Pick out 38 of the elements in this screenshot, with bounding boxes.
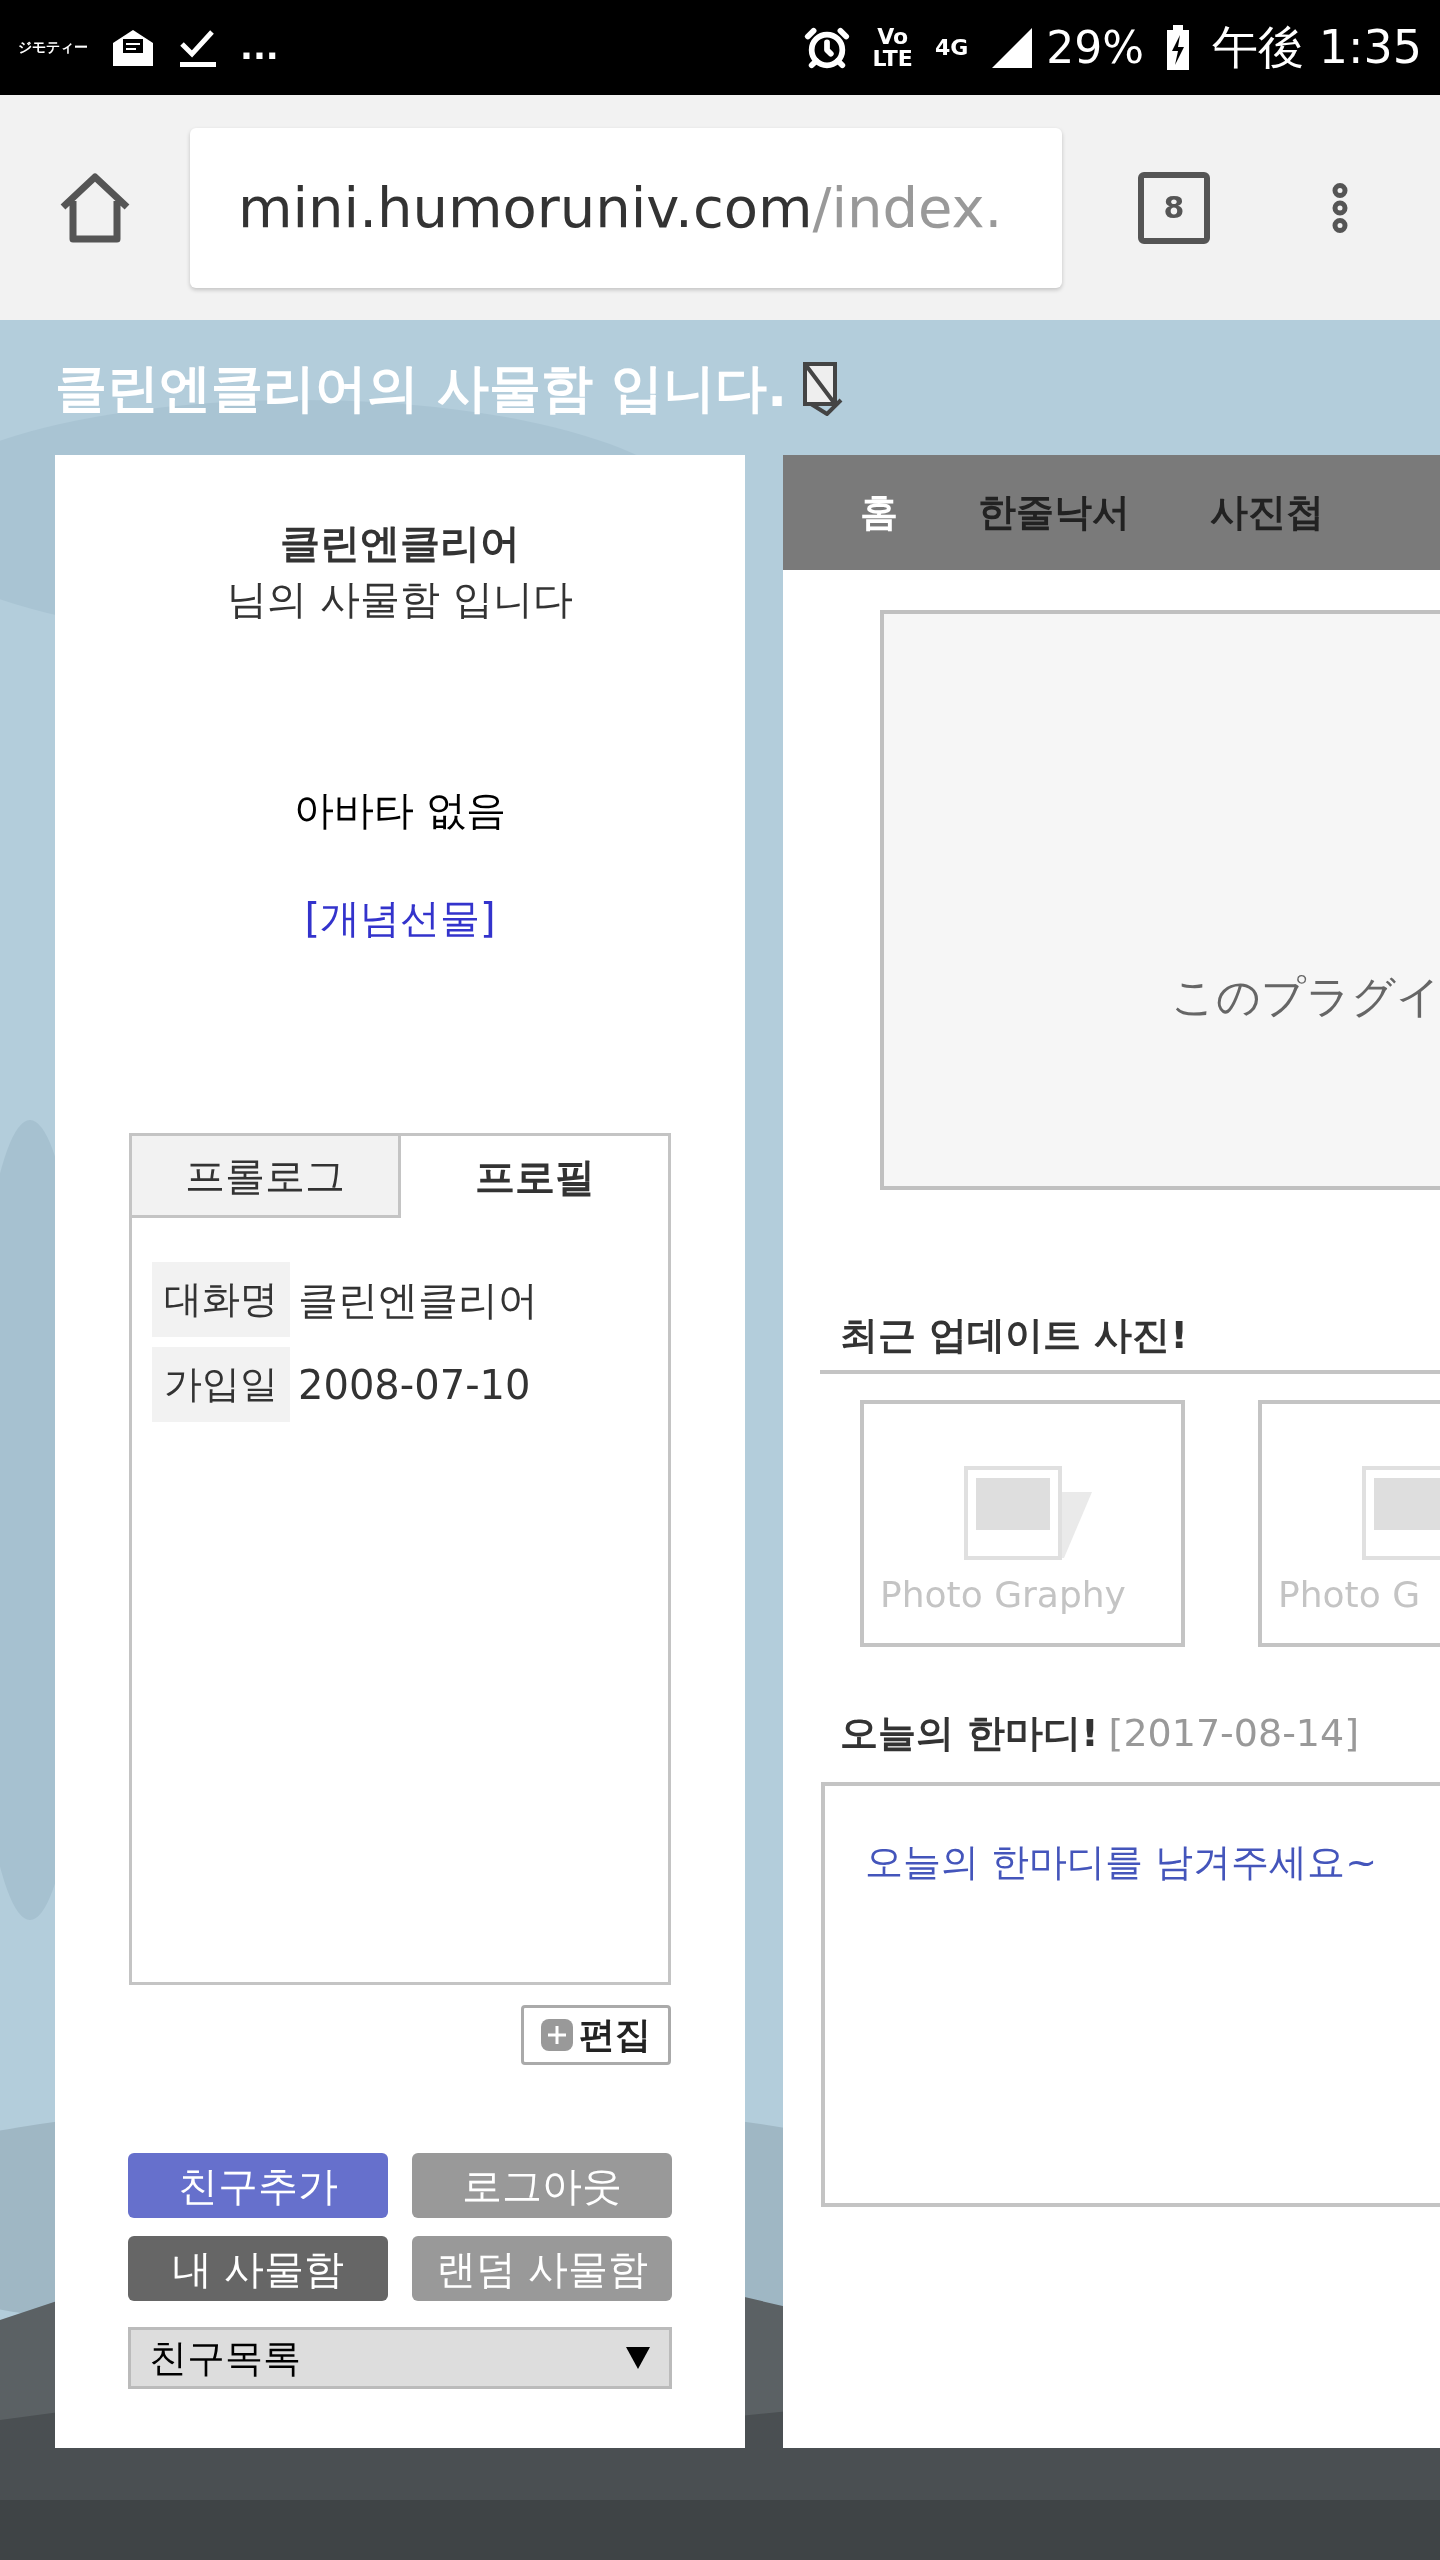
plus-icon [541, 2019, 573, 2051]
clock: 午後 1:35 [1212, 19, 1422, 76]
url-field[interactable]: mini.humoruniv.com/index. [190, 127, 1062, 288]
home-icon[interactable] [58, 172, 132, 243]
nav-tab[interactable]: 한줄낙서 [978, 484, 1130, 541]
action-button[interactable]: 내 사물함 [128, 2236, 388, 2301]
no-avatar-text: 아바타 없음 [293, 786, 507, 835]
tab-count[interactable]: 8 [1138, 171, 1210, 244]
section-title: 최근 업데이트 사진! [840, 1312, 1189, 1359]
field-label: 가입일 [152, 1347, 290, 1422]
volte-indicator: Vo LTE [872, 25, 913, 70]
section-title: 오늘의 한마디! [840, 1710, 1099, 1757]
gift-link[interactable]: [개념선물] [304, 890, 496, 946]
network-type: 4G [934, 34, 969, 62]
photo-placeholder-icon [964, 1466, 1094, 1562]
plugin-message: このプラグイ [1171, 971, 1440, 1022]
comment-prompt-link[interactable]: 오늘의 한마디를 남겨주세요~ [865, 1840, 1377, 1884]
more-notifications: ... [240, 26, 279, 69]
battery-percent: 29% [1046, 20, 1145, 75]
nav-tab[interactable]: 사진첩 [1210, 484, 1324, 541]
dropdown-arrow-icon [625, 2345, 651, 2371]
edit-button[interactable]: 편집 [521, 2005, 671, 2065]
app-label: ジモティー [18, 38, 88, 57]
profile-tab[interactable]: 프롤로그 [129, 1133, 401, 1218]
box-icon [800, 359, 845, 416]
photo-caption: Photo Graphy [880, 1573, 1126, 1617]
battery-icon [1166, 24, 1191, 71]
nav-tab[interactable]: 홈 [860, 484, 898, 541]
field-value: 클린엔클리어 [298, 1275, 538, 1325]
photo-caption: Photo G [1278, 1573, 1421, 1617]
owner-subtitle: 님의 사물함 입니다 [227, 575, 573, 624]
date-label: [2017-08-14] [1108, 1710, 1360, 1757]
field-value: 2008-07-10 [298, 1360, 531, 1410]
action-button[interactable]: 친구추가 [128, 2153, 388, 2218]
field-label: 대화명 [152, 1262, 290, 1337]
owner-name: 클린엔클리어 [280, 519, 520, 568]
friends-select[interactable]: 친구목록 [128, 2327, 672, 2389]
page-title: 클린엔클리어의 사물함 입니다. [55, 356, 787, 420]
